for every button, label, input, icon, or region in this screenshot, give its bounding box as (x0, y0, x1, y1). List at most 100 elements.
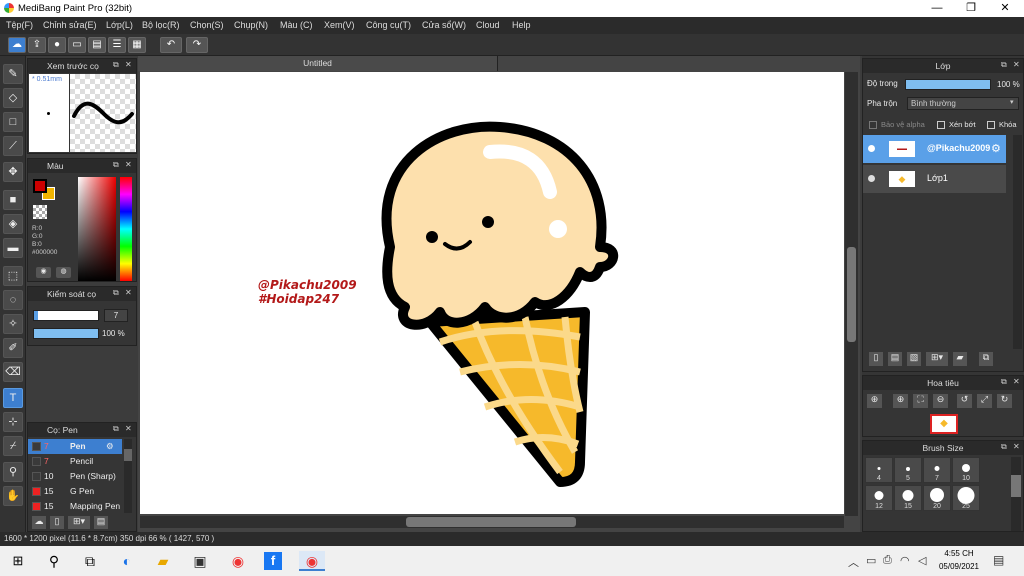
windows-start-icon[interactable]: ⊞ (8, 551, 28, 571)
device-icon[interactable]: ⎙ (883, 554, 892, 567)
lock-checkbox[interactable] (987, 121, 995, 129)
chrome-icon[interactable]: ◉ (228, 551, 248, 571)
layer-row[interactable]: ◆ Lớp1 (863, 165, 1006, 193)
operation-tool-icon[interactable]: ⊹ (3, 412, 23, 432)
select-pen-tool-icon[interactable]: ✐ (3, 338, 23, 358)
bucket-tool-icon[interactable]: ◈ (3, 214, 23, 234)
document-tab[interactable]: Untitled (138, 56, 498, 71)
brush-item-pen-sharp[interactable]: 10 Pen (Sharp) (28, 469, 122, 484)
new-layer-8bit-icon[interactable]: ▧ (907, 352, 921, 366)
rectangle-tool-icon[interactable]: □ (3, 112, 23, 132)
fill-rect-tool-icon[interactable]: ■ (3, 190, 23, 210)
flip-icon[interactable]: ⤢ (977, 394, 992, 408)
fit-icon[interactable]: ⛶ (913, 394, 928, 408)
new-layer-icon[interactable]: ▯ (869, 352, 883, 366)
minimize-button[interactable]: — (920, 0, 954, 17)
brush-size-scrollbar[interactable] (1011, 457, 1021, 531)
drawing-canvas[interactable]: @Pikachu2009 #Hoidap247 (140, 72, 844, 514)
primary-color-swatch[interactable] (33, 179, 47, 193)
layer-row-selected[interactable]: ▬▬ @Pikachu2009 ⚙ (863, 135, 1006, 163)
transparent-color-swatch[interactable] (33, 205, 47, 219)
brush-size-15[interactable]: 15 (894, 485, 922, 511)
float-icon[interactable]: ⧉ (113, 288, 119, 298)
palette-icon[interactable]: ◉ (36, 267, 51, 278)
menu-layer[interactable]: Lớp(L) (106, 20, 133, 30)
menu-help[interactable]: Help (512, 20, 531, 30)
float-icon[interactable]: ⧉ (1001, 442, 1007, 452)
comment-icon[interactable]: ● (48, 37, 66, 53)
panel-close-icon[interactable]: ✕ (125, 60, 132, 69)
brush-size-20[interactable]: 20 (923, 485, 951, 511)
panel-close-icon[interactable]: ✕ (1013, 442, 1020, 451)
blend-mode-select[interactable]: Bình thường (907, 97, 1019, 110)
brush-item-pen[interactable]: 7 Pen ⚙ (28, 439, 122, 454)
folder-icon[interactable]: ▰ (953, 352, 967, 366)
hand-tool-icon[interactable]: ✋ (3, 486, 23, 506)
eyedropper-tool-icon[interactable]: ⚲ (3, 462, 23, 482)
text-tool-icon[interactable]: T (3, 388, 23, 408)
new-layer-halftone-icon[interactable]: ▤ (888, 352, 902, 366)
rotate-left-icon[interactable]: ↺ (957, 394, 972, 408)
upload-icon[interactable]: ⇪ (28, 37, 46, 53)
brush-size-5[interactable]: 5 (894, 457, 922, 483)
duplicate-layer-icon[interactable]: ⧉ (979, 352, 993, 366)
canvas-vertical-scrollbar[interactable] (845, 72, 858, 516)
clipping-checkbox[interactable] (937, 121, 945, 129)
brush-tool-icon[interactable]: ✎ (3, 64, 23, 84)
magic-wand-tool-icon[interactable]: ✧ (3, 314, 23, 334)
float-icon[interactable]: ⧉ (113, 424, 119, 434)
hue-slider[interactable] (120, 177, 132, 281)
grid-icon[interactable]: ▦ (128, 37, 146, 53)
color-mode-icon[interactable]: ◍ (56, 267, 71, 278)
zoom-in-alt-icon[interactable]: ⊕ (893, 394, 908, 408)
float-icon[interactable]: ⧉ (113, 60, 119, 70)
redo-icon[interactable]: ↷ (186, 37, 208, 53)
medibang-taskbar-icon[interactable]: ◉ (299, 551, 325, 571)
float-icon[interactable]: ⧉ (1001, 377, 1007, 387)
battery-icon[interactable]: ▭ (866, 554, 876, 567)
menu-capture[interactable]: Chụp(N) (234, 20, 268, 30)
brush-size-slider[interactable] (33, 310, 99, 321)
float-icon[interactable]: ⧉ (113, 160, 119, 170)
chevron-up-icon[interactable]: ︿ (848, 554, 859, 570)
list-icon[interactable]: ☰ (108, 37, 126, 53)
cloud-brush-icon[interactable]: ☁ (32, 516, 46, 529)
task-view-icon[interactable]: ⧉ (80, 551, 100, 571)
panel-close-icon[interactable]: ✕ (1013, 377, 1020, 386)
brush-size-25[interactable]: 25 (952, 485, 980, 511)
panel-close-icon[interactable]: ✕ (125, 288, 132, 297)
canvas-horizontal-scrollbar[interactable] (140, 516, 844, 528)
add-brush-icon[interactable]: ⊞▾ (68, 516, 90, 529)
notification-icon[interactable]: ▤ (993, 553, 1004, 567)
pen-line-tool-icon[interactable]: ⟋ (3, 136, 23, 156)
layer-settings-icon[interactable]: ⚙ (991, 142, 1001, 155)
zoom-out-icon[interactable]: ⊖ (933, 394, 948, 408)
navigator-thumbnail[interactable]: ◆ (930, 414, 958, 434)
float-icon[interactable]: ⧉ (1001, 60, 1007, 70)
select-rect-tool-icon[interactable]: ⬚ (3, 266, 23, 286)
layer-opacity-slider[interactable] (905, 79, 991, 90)
menu-select[interactable]: Chọn(S) (190, 20, 224, 30)
edge-icon[interactable]: ◐ (117, 551, 137, 571)
brush-size-10[interactable]: 10 (952, 457, 980, 483)
rotate-right-icon[interactable]: ↻ (997, 394, 1012, 408)
visibility-icon[interactable] (868, 175, 875, 182)
undo-icon[interactable]: ↶ (160, 37, 182, 53)
clock-time[interactable]: 4:55 CH (940, 549, 978, 558)
restore-button[interactable]: ❐ (954, 0, 988, 17)
page-icon[interactable]: ▤ (88, 37, 106, 53)
close-button[interactable]: ✕ (988, 0, 1022, 17)
file-explorer-icon[interactable]: ▰ (153, 551, 173, 571)
brush-list-scrollbar[interactable] (124, 439, 132, 513)
saturation-value-picker[interactable] (78, 177, 116, 281)
menu-cloud[interactable]: Cloud (476, 20, 500, 30)
brush-size-4[interactable]: 4 (865, 457, 893, 483)
panel-close-icon[interactable]: ✕ (125, 160, 132, 169)
add-layer-menu-icon[interactable]: ⊞▾ (926, 352, 948, 366)
eraser-tool-icon[interactable]: ◇ (3, 88, 23, 108)
lasso-tool-icon[interactable]: ◌ (3, 290, 23, 310)
search-icon[interactable]: ⚲ (44, 551, 64, 571)
select-eraser-tool-icon[interactable]: ⌫ (3, 362, 23, 382)
visibility-icon[interactable] (868, 145, 875, 152)
menu-file[interactable]: Tệp(F) (6, 20, 33, 30)
